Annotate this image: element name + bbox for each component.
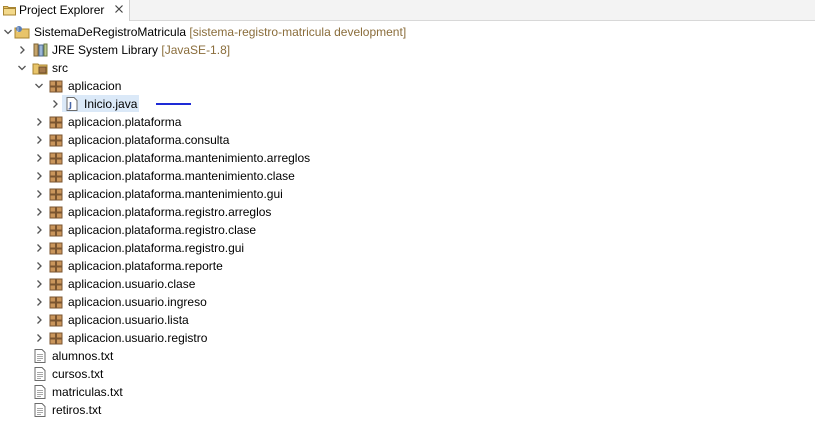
package-icon (49, 224, 63, 237)
tree-row-package[interactable]: aplicacion.plataforma.registro.arreglos (0, 203, 815, 221)
package-icon (49, 188, 63, 201)
tree-row-package[interactable]: aplicacion.plataforma (0, 113, 815, 131)
tree-row-package[interactable]: aplicacion.usuario.registro (0, 329, 815, 347)
file-label: retiros.txt (52, 403, 102, 417)
package-label: aplicacion.plataforma.registro.arreglos (68, 205, 272, 219)
package-label: aplicacion.plataforma.registro.clase (68, 223, 257, 237)
package-icon (49, 80, 63, 93)
chevron-down-icon[interactable] (3, 26, 13, 38)
package-label: aplicacion.plataforma.reporte (68, 259, 223, 273)
jre-decoration: [JavaSE-1.8] (161, 43, 231, 57)
tab-project-explorer[interactable]: Project Explorer (0, 0, 130, 21)
project-name: SistemaDeRegistroMatricula (34, 25, 187, 39)
chevron-right-icon[interactable] (34, 332, 44, 344)
chevron-right-icon[interactable] (50, 98, 60, 110)
package-label: aplicacion.plataforma.mantenimiento.gui (68, 187, 283, 201)
package-icon (49, 278, 63, 291)
tree-row-src[interactable]: src (0, 59, 815, 77)
package-icon (49, 170, 63, 183)
package-icon (49, 332, 63, 345)
text-file-icon (34, 349, 46, 363)
chevron-right-icon[interactable] (34, 206, 44, 218)
chevron-right-icon[interactable] (34, 260, 44, 272)
text-file-icon (34, 367, 46, 381)
package-icon (49, 116, 63, 129)
chevron-right-icon[interactable] (34, 170, 44, 182)
source-folder-icon (32, 63, 48, 75)
package-icon (49, 152, 63, 165)
package-label: aplicacion.plataforma.registro.gui (68, 241, 245, 255)
tab-title: Project Explorer (19, 3, 105, 17)
tree-row-file[interactable]: alumnos.txt (0, 347, 815, 365)
jre-name: JRE System Library (52, 43, 159, 57)
tree-row-package[interactable]: aplicacion.usuario.clase (0, 275, 815, 293)
project-decoration: [sistema-registro-matricula development] (189, 25, 407, 39)
svg-text:J: J (16, 27, 18, 33)
tree-row-file[interactable]: retiros.txt (0, 401, 815, 419)
src-label: src (52, 61, 68, 75)
package-icon (49, 206, 63, 219)
tree-row-package[interactable]: aplicacion.plataforma.consulta (0, 131, 815, 149)
chevron-down-icon[interactable] (17, 62, 27, 74)
tree-row-file[interactable]: cursos.txt (0, 365, 815, 383)
library-icon (33, 43, 48, 57)
tree-row-package[interactable]: aplicacion.usuario.lista (0, 311, 815, 329)
chevron-right-icon[interactable] (34, 134, 44, 146)
java-file-icon: J (66, 97, 78, 111)
chevron-right-icon[interactable] (34, 314, 44, 326)
tree-row-package[interactable]: aplicacion.plataforma.reporte (0, 257, 815, 275)
package-icon (49, 260, 63, 273)
text-file-icon (34, 385, 46, 399)
tree-row-package[interactable]: aplicacion.plataforma.registro.clase (0, 221, 815, 239)
chevron-right-icon[interactable] (34, 296, 44, 308)
package-label: aplicacion.plataforma.mantenimiento.clas… (68, 169, 295, 183)
chevron-right-icon[interactable] (34, 152, 44, 164)
tree-row-package[interactable]: aplicacion.usuario.ingreso (0, 293, 815, 311)
chevron-right-icon[interactable] (34, 116, 44, 128)
package-label: aplicacion.plataforma.mantenimiento.arre… (68, 151, 311, 165)
java-project-icon: J (14, 26, 30, 39)
chevron-right-icon[interactable] (34, 278, 44, 290)
package-label: aplicacion.usuario.clase (68, 277, 196, 291)
package-label: aplicacion.plataforma (68, 115, 182, 129)
file-label: alumnos.txt (52, 349, 114, 363)
tree-row-package[interactable]: aplicacion.plataforma.registro.gui (0, 239, 815, 257)
tree-row-package[interactable]: aplicacion.plataforma.mantenimiento.gui (0, 185, 815, 203)
chevron-right-icon[interactable] (34, 188, 44, 200)
tree-row-package-aplicacion[interactable]: aplicacion (0, 77, 815, 95)
chevron-right-icon[interactable] (34, 242, 44, 254)
folder-icon (3, 6, 16, 16)
package-icon (49, 314, 63, 327)
file-label: matriculas.txt (52, 385, 123, 399)
file-label: cursos.txt (52, 367, 104, 381)
package-icon (49, 134, 63, 147)
svg-text:J: J (68, 101, 72, 110)
file-label: Inicio.java (84, 97, 138, 111)
package-label: aplicacion.usuario.registro (68, 331, 208, 345)
package-label: aplicacion.usuario.lista (68, 313, 189, 327)
annotation-line (156, 103, 191, 105)
package-icon (49, 242, 63, 255)
tree-row-package[interactable]: aplicacion.plataforma.mantenimiento.arre… (0, 149, 815, 167)
chevron-right-icon[interactable] (34, 224, 44, 236)
close-icon[interactable] (113, 3, 125, 15)
text-file-icon (34, 403, 46, 417)
package-label: aplicacion.plataforma.consulta (68, 133, 230, 147)
chevron-down-icon[interactable] (34, 80, 44, 92)
package-label: aplicacion (68, 79, 122, 93)
view-tab-bar: Project Explorer (0, 0, 815, 21)
tree-row-package[interactable]: aplicacion.plataforma.mantenimiento.clas… (0, 167, 815, 185)
chevron-right-icon[interactable] (17, 44, 27, 56)
package-icon (49, 296, 63, 309)
tree-row-jre[interactable]: JRE System Library [JavaSE-1.8] (0, 41, 815, 59)
tree-row-file-inicio-java[interactable]: J Inicio.java (0, 95, 815, 113)
tree-row-file[interactable]: matriculas.txt (0, 383, 815, 401)
tree-row-project[interactable]: J SistemaDeRegistroMatricula [sistema-re… (0, 23, 815, 41)
package-label: aplicacion.usuario.ingreso (68, 295, 207, 309)
